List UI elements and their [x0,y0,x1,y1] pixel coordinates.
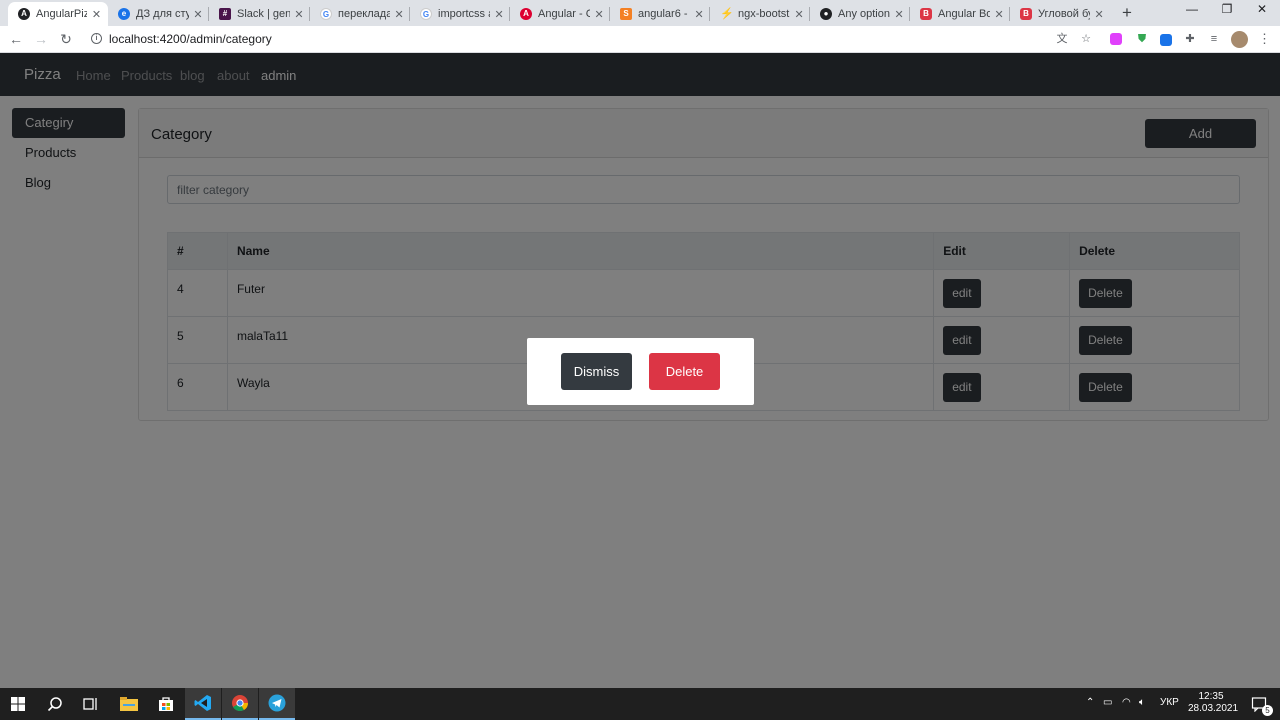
close-icon[interactable]: ✕ [1094,8,1104,21]
file-explorer-icon[interactable] [111,688,147,720]
task-view-icon[interactable] [73,688,109,720]
dismiss-button[interactable]: Dismiss [561,353,632,390]
bolt-icon: ⚡ [720,8,734,20]
angular-red-icon: A [520,8,532,20]
close-icon[interactable]: ✕ [594,8,604,21]
tab-title: Angular Bootstrap [938,8,991,20]
browser-tab[interactable]: A AngularPizza ✕ [8,2,108,26]
browser-tab[interactable]: ● Any option to ✕ [810,2,910,26]
bootstrap-icon: B [920,8,932,20]
minimize-icon[interactable]: — [1181,2,1203,16]
profile-avatar[interactable] [1231,31,1248,48]
tab-title: angular6 - How [638,8,690,20]
bootstrap-icon: B [1020,8,1032,20]
system-clock[interactable]: 12:35 28.03.2021 [1188,691,1239,715]
new-tab-icon[interactable]: + [1118,3,1136,23]
address-bar: ← → ↻ i localhost:4200/admin/category 文 … [0,26,1280,53]
close-icon[interactable]: ✕ [193,8,203,21]
battery-icon[interactable]: ▭ [1103,697,1112,708]
close-icon[interactable]: ✕ [894,8,904,21]
star-icon[interactable]: ☆ [1079,32,1093,46]
translate-icon[interactable]: 文 [1055,32,1069,46]
notification-count: 5 [1262,705,1273,716]
wifi-icon[interactable]: ◠ [1122,697,1131,708]
clock-time: 12:35 [1198,691,1224,702]
tab-title: ДЗ для студентів [136,8,190,20]
info-icon[interactable]: i [91,33,102,44]
browser-tab[interactable]: ⚡ ngx-bootstrap ✕ [710,2,810,26]
notifications-icon[interactable]: 5 [1241,688,1277,720]
tab-title: importcss angular [438,8,490,20]
shield-icon[interactable]: ⛊ [1135,32,1149,46]
app-viewport: Pizza Home Products blog about admin Cat… [0,53,1280,688]
tab-title: Any option to [838,8,890,20]
github-icon: ● [820,8,832,20]
close-icon[interactable]: ✕ [494,8,504,21]
close-icon[interactable]: ✕ [994,8,1004,21]
forward-icon[interactable]: → [33,31,49,47]
tab-title: Slack | general [237,8,291,20]
url-field[interactable]: localhost:4200/admin/category [109,32,272,46]
tab-title: Angular - Component [538,8,591,20]
store-icon[interactable] [148,688,184,720]
browser-tab-strip: A AngularPizza ✕ e ДЗ для студентів ✕ # … [0,0,1280,26]
taskbar: ⌃ ▭ ◠ 🔈︎ УКР 12:35 28.03.2021 5 [0,688,1280,720]
tab-title: перекладач [338,8,391,20]
stackoverflow-icon: S [620,8,632,20]
extension-icon[interactable] [1110,33,1122,45]
browser-tab[interactable]: G importcss angular ✕ [410,2,510,26]
tab-title: AngularPizza [36,8,88,20]
windows-start-icon[interactable] [0,688,36,720]
menu-icon[interactable]: ⋮ [1258,31,1271,47]
browser-tab[interactable]: S angular6 - How ✕ [610,2,710,26]
search-icon[interactable] [37,688,73,720]
browser-tab[interactable]: e ДЗ для студентів ✕ [108,2,209,26]
reload-icon[interactable]: ↻ [58,31,74,48]
browser-tab[interactable]: G перекладач ✕ [310,2,410,26]
google-icon: G [320,8,332,20]
puzzle-icon[interactable]: ✚ [1183,32,1197,46]
vscode-icon[interactable] [185,688,221,720]
maximize-icon[interactable]: ❐ [1216,2,1238,16]
edge-icon: e [118,8,130,20]
slack-icon: # [219,8,231,20]
close-icon[interactable]: ✕ [394,8,404,21]
google-icon: G [420,8,432,20]
close-icon[interactable]: ✕ [694,8,704,21]
browser-tab[interactable]: B Angular Bootstrap ✕ [910,2,1010,26]
browser-tab[interactable]: A Angular - Component ✕ [510,2,610,26]
input-language[interactable]: УКР [1160,697,1179,708]
tab-title: Угловой бутстрап [1038,8,1090,20]
close-icon[interactable]: ✕ [294,8,304,21]
tab-title: ngx-bootstrap [738,8,790,20]
clock-date: 28.03.2021 [1188,703,1239,714]
chrome-icon[interactable] [222,688,258,720]
browser-tab[interactable]: # Slack | general ✕ [209,2,310,26]
close-icon[interactable]: ✕ [794,8,804,21]
reading-list-icon[interactable]: ≡ [1207,32,1221,46]
telegram-icon[interactable] [259,688,295,720]
window-close-icon[interactable]: ✕ [1251,2,1273,16]
extension-icon[interactable] [1160,34,1172,46]
volume-icon[interactable]: 🔈︎ [1139,697,1145,708]
confirm-delete-button[interactable]: Delete [649,353,720,390]
close-icon[interactable]: ✕ [91,8,102,21]
back-icon[interactable]: ← [8,31,24,47]
chevron-up-icon[interactable]: ⌃ [1086,697,1094,708]
confirm-delete-modal: Dismiss Delete [527,338,754,405]
browser-tab[interactable]: B Угловой бутстрап ✕ [1010,2,1110,26]
angular-icon: A [18,8,30,20]
